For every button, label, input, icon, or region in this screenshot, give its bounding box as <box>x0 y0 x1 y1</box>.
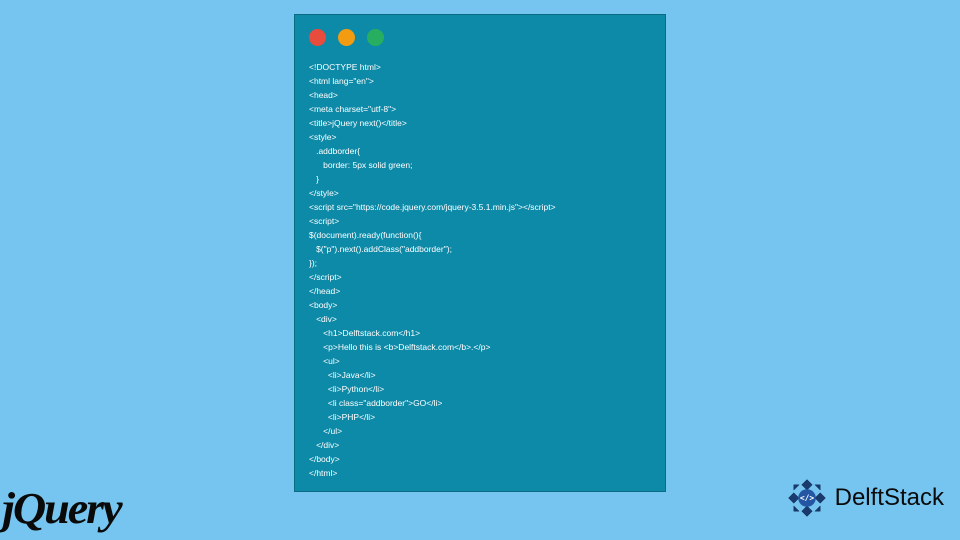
close-icon <box>309 29 326 46</box>
maximize-icon <box>367 29 384 46</box>
delftstack-text: DelftStack <box>835 484 944 512</box>
traffic-lights <box>295 15 665 52</box>
svg-text:</>: </> <box>799 494 814 503</box>
delftstack-icon: </> <box>785 476 829 520</box>
delftstack-logo: </> DelftStack <box>785 476 944 520</box>
code-content: <!DOCTYPE html> <html lang="en"> <head> … <box>295 52 665 492</box>
code-window: <!DOCTYPE html> <html lang="en"> <head> … <box>294 14 666 492</box>
jquery-logo: jQuery <box>2 483 120 534</box>
minimize-icon <box>338 29 355 46</box>
